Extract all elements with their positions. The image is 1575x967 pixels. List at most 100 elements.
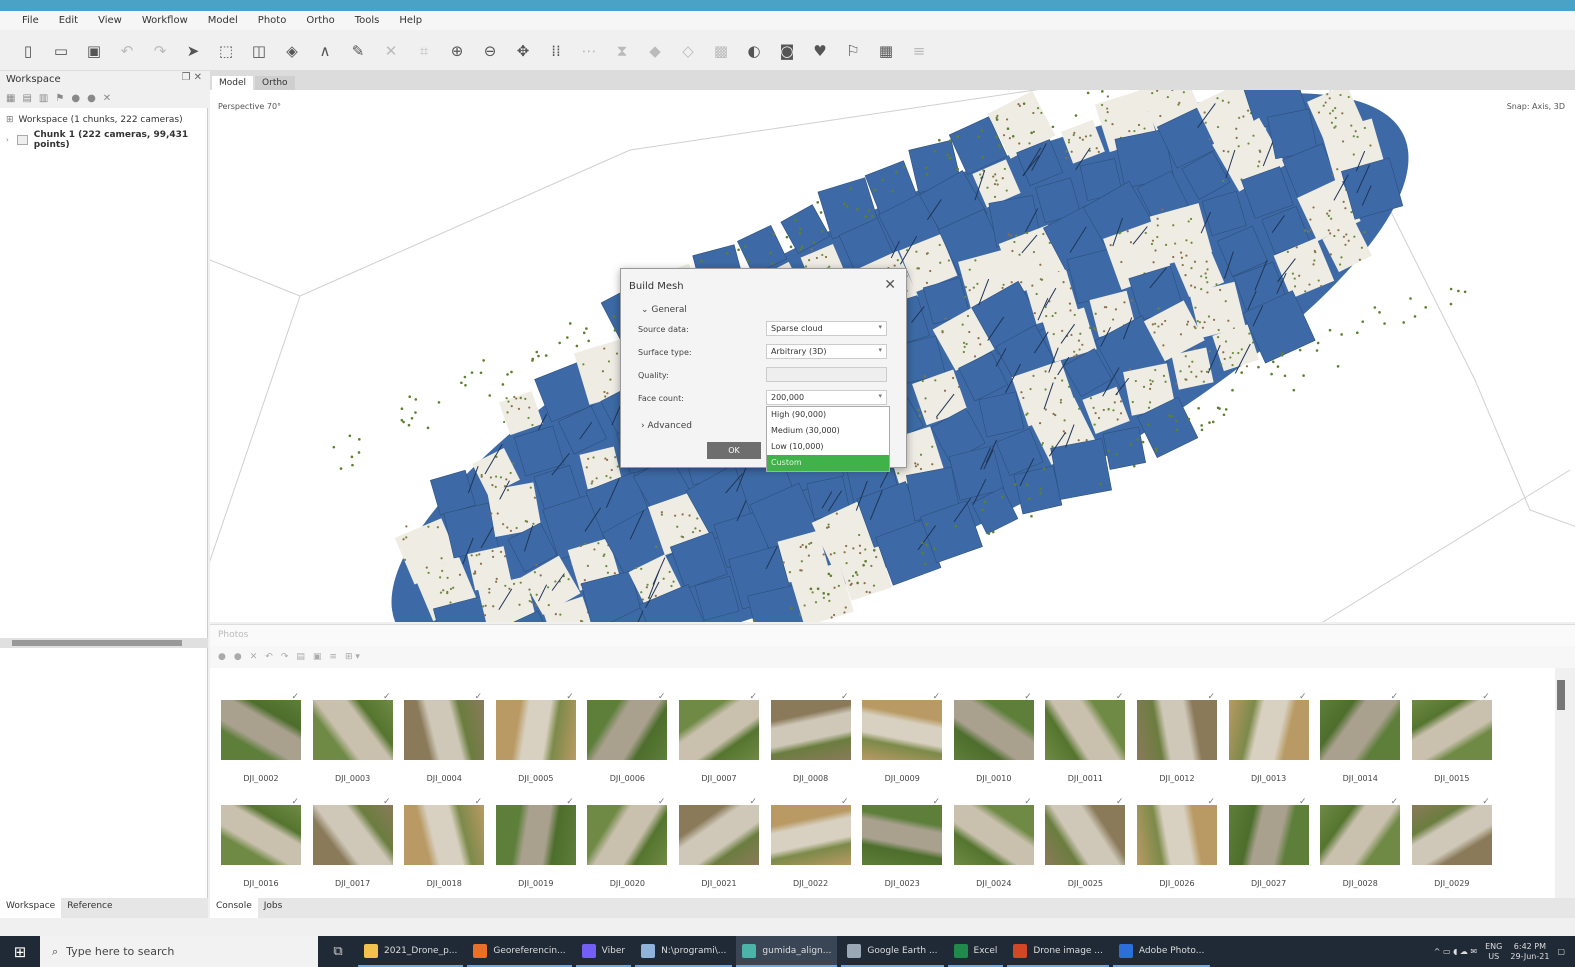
photo-thumbnail[interactable]: ✓ DJI_0026 bbox=[1137, 797, 1217, 888]
capture-icon[interactable]: ◙ bbox=[775, 39, 799, 63]
photos-scrollbar[interactable] bbox=[1555, 668, 1567, 898]
mesh-icon[interactable]: ⧗ bbox=[610, 39, 634, 63]
general-section[interactable]: ⌄ General bbox=[641, 305, 687, 315]
task-view-icon[interactable]: ⧉ bbox=[318, 944, 358, 959]
disable-icon[interactable]: ● bbox=[87, 93, 96, 104]
face-count-select[interactable]: 200,000 ▾ bbox=[766, 390, 887, 405]
menu-edit[interactable]: Edit bbox=[49, 15, 88, 26]
tab-jobs[interactable]: Jobs bbox=[258, 898, 289, 918]
menu-photo[interactable]: Photo bbox=[248, 15, 297, 26]
photo-thumbnail[interactable]: ✓ DJI_0019 bbox=[495, 797, 576, 888]
ok-button[interactable]: OK bbox=[707, 442, 761, 459]
photo-thumbnail[interactable]: ✓ DJI_0009 bbox=[862, 692, 943, 783]
tab-workspace[interactable]: Workspace bbox=[0, 898, 62, 918]
tab-reference[interactable]: Reference bbox=[61, 898, 118, 918]
add-folder-icon[interactable]: ▥ bbox=[39, 93, 48, 104]
zoom-out-icon[interactable]: ⊖ bbox=[478, 39, 502, 63]
add-photos-icon[interactable]: ▤ bbox=[22, 93, 31, 104]
face-option-custom[interactable]: Custom bbox=[767, 455, 889, 471]
close-icon[interactable]: ✕ bbox=[884, 277, 896, 293]
circle-select-icon[interactable]: ◫ bbox=[247, 39, 271, 63]
remove-icon[interactable]: ✕ bbox=[103, 93, 111, 104]
tab-ortho[interactable]: Ortho bbox=[255, 76, 295, 90]
photo-thumbnail[interactable]: ✓ DJI_0002 bbox=[221, 692, 301, 783]
notification-icon[interactable]: ▢ bbox=[1557, 947, 1565, 956]
photo-thumbnail[interactable]: ✓ DJI_0006 bbox=[587, 692, 668, 783]
eraser-icon[interactable]: ✎ bbox=[346, 39, 370, 63]
windows-start-icon[interactable]: ⊞ bbox=[0, 936, 40, 967]
face-option-medium[interactable]: Medium (30,000) bbox=[767, 423, 889, 439]
view-mode-icon[interactable]: ⊞ ▾ bbox=[345, 652, 360, 662]
face-option-low[interactable]: Low (10,000) bbox=[767, 439, 889, 455]
details-icon[interactable]: ≡ bbox=[329, 652, 337, 662]
grid-icon[interactable]: ⋯ bbox=[577, 39, 601, 63]
remove-camera-icon[interactable]: ✕ bbox=[250, 652, 258, 662]
menu-view[interactable]: View bbox=[88, 15, 132, 26]
zoom-in-icon[interactable]: ⊕ bbox=[445, 39, 469, 63]
filter-icon[interactable]: ▤ bbox=[296, 652, 305, 662]
photo-thumbnail[interactable]: ✓ DJI_0003 bbox=[312, 692, 393, 783]
pointer-icon[interactable]: ➤ bbox=[181, 39, 205, 63]
photo-thumbnail[interactable]: ✓ DJI_0011 bbox=[1045, 692, 1126, 783]
photo-thumbnail[interactable]: ✓ DJI_0021 bbox=[679, 797, 759, 888]
enable-icon[interactable]: ● bbox=[71, 93, 80, 104]
free-select-icon[interactable]: ◈ bbox=[280, 39, 304, 63]
taskbar-app[interactable]: Georeferencin... bbox=[467, 936, 572, 967]
language-indicator[interactable]: ENG US bbox=[1485, 942, 1502, 962]
save-icon[interactable]: ▣ bbox=[82, 39, 106, 63]
sphere-icon[interactable]: ◐ bbox=[742, 39, 766, 63]
photo-thumbnail[interactable]: ✓ DJI_0022 bbox=[770, 797, 851, 888]
shield-icon[interactable]: ♥ bbox=[808, 39, 832, 63]
rect-select-icon[interactable]: ⬚ bbox=[214, 39, 238, 63]
menu-tools[interactable]: Tools bbox=[345, 15, 390, 26]
photo-thumbnail[interactable]: ✓ DJI_0029 bbox=[1411, 797, 1492, 888]
menu-ortho[interactable]: Ortho bbox=[296, 15, 344, 26]
delete-icon[interactable]: ✕ bbox=[379, 39, 403, 63]
ruler-icon[interactable]: ∧ bbox=[313, 39, 337, 63]
expand-arrow-icon[interactable]: › bbox=[6, 136, 9, 144]
face-option-high[interactable]: High (90,000) bbox=[767, 407, 889, 423]
panel-controls-icon[interactable]: ❐ ✕ bbox=[181, 72, 202, 83]
new-icon[interactable]: ▯ bbox=[16, 39, 40, 63]
taskbar-app[interactable]: Excel bbox=[947, 936, 1004, 967]
photo-thumbnail[interactable]: ✓ DJI_0017 bbox=[312, 797, 393, 888]
taskbar-app[interactable]: 2021_Drone_p... bbox=[358, 936, 464, 967]
taskbar-clock[interactable]: 6:42 PM 29-Jun-21 bbox=[1510, 942, 1549, 962]
camera-grid-icon[interactable]: ⁞⁞ bbox=[544, 39, 568, 63]
surface-type-select[interactable]: Arbitrary (3D) ▾ bbox=[766, 344, 887, 359]
taskbar-app[interactable]: Google Earth ... bbox=[841, 936, 944, 967]
tab-model[interactable]: Model bbox=[212, 76, 254, 90]
menu-file[interactable]: File bbox=[12, 15, 49, 26]
rotate-left-icon[interactable]: ↶ bbox=[265, 652, 273, 662]
taskbar-search-box[interactable]: ⌕ Type here to search bbox=[40, 936, 318, 967]
enable-camera-icon[interactable]: ● bbox=[218, 652, 226, 662]
menu-workflow[interactable]: Workflow bbox=[132, 15, 198, 26]
add-marker-icon[interactable]: ⚑ bbox=[55, 93, 64, 104]
menu-help[interactable]: Help bbox=[389, 15, 432, 26]
photo-thumbnail[interactable]: ✓ DJI_0015 bbox=[1411, 692, 1492, 783]
marker-icon[interactable]: ◇ bbox=[676, 39, 700, 63]
photo-thumbnail[interactable]: ✓ DJI_0023 bbox=[862, 797, 943, 888]
undo-icon[interactable]: ↶ bbox=[115, 39, 139, 63]
region-icon[interactable]: ▩ bbox=[709, 39, 733, 63]
photo-thumbnail[interactable]: ✓ DJI_0014 bbox=[1320, 692, 1401, 783]
scale-icon[interactable]: ≡ bbox=[907, 39, 931, 63]
disable-camera-icon[interactable]: ● bbox=[234, 652, 242, 662]
tab-console[interactable]: Console bbox=[210, 898, 258, 918]
open-icon[interactable]: ▭ bbox=[49, 39, 73, 63]
photo-thumbnail[interactable]: ✓ DJI_0008 bbox=[770, 692, 851, 783]
photo-thumbnail[interactable]: ✓ DJI_0025 bbox=[1045, 797, 1126, 888]
photo-thumbnail[interactable]: ✓ DJI_0004 bbox=[404, 692, 485, 783]
flag-icon[interactable]: ⚐ bbox=[841, 39, 865, 63]
chunk-item[interactable]: › Chunk 1 (222 cameras, 99,431 points) bbox=[0, 130, 207, 150]
photo-thumbnail[interactable]: ✓ DJI_0016 bbox=[221, 797, 301, 888]
photo-thumbnail[interactable]: ✓ DJI_0027 bbox=[1228, 797, 1309, 888]
photo-thumbnail[interactable]: ✓ DJI_0013 bbox=[1228, 692, 1309, 783]
source-data-select[interactable]: Sparse cloud ▾ bbox=[766, 321, 887, 336]
taskbar-app[interactable]: Adobe Photo... bbox=[1112, 936, 1211, 967]
photo-thumbnail[interactable]: ✓ DJI_0007 bbox=[679, 692, 759, 783]
taskbar-app[interactable]: Viber bbox=[575, 936, 632, 967]
advanced-section[interactable]: › Advanced bbox=[641, 421, 692, 431]
photo-thumbnail[interactable]: ✓ DJI_0020 bbox=[587, 797, 668, 888]
crop-icon[interactable]: ⌗ bbox=[412, 39, 436, 63]
